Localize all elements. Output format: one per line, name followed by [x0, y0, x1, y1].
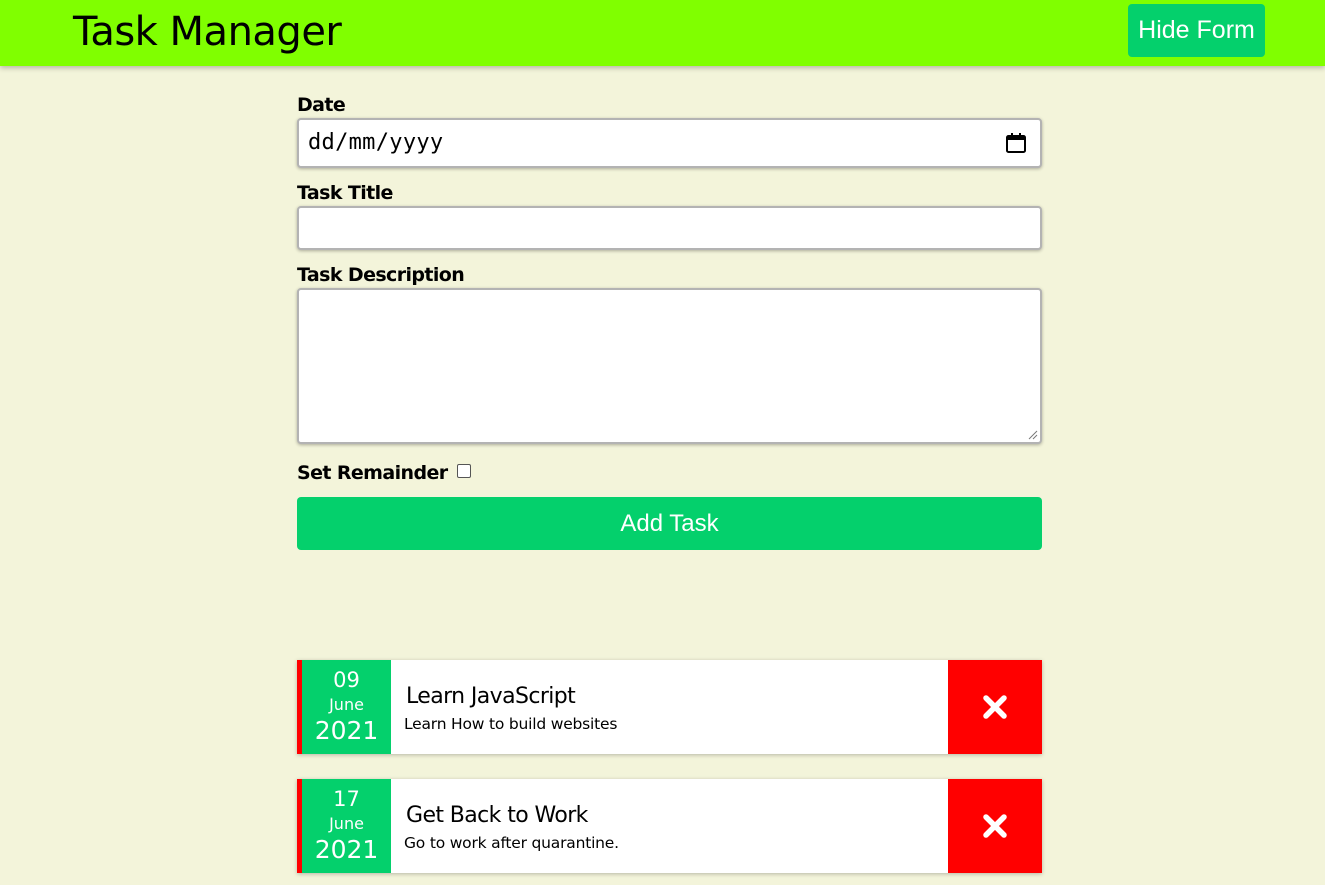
- close-icon: [983, 695, 1007, 719]
- task-description: Learn How to build websites: [404, 715, 618, 733]
- task-title: Get Back to Work: [406, 803, 588, 828]
- delete-task-button[interactable]: [948, 660, 1042, 754]
- task-item[interactable]: 09 June 2021 Learn JavaScript Learn How …: [297, 660, 1042, 754]
- task-item[interactable]: 17 June 2021 Get Back to Work Go to work…: [297, 779, 1042, 873]
- task-title-input[interactable]: [297, 206, 1042, 250]
- task-title-label: Task Title: [297, 182, 393, 204]
- close-icon: [983, 814, 1007, 838]
- hide-form-button[interactable]: Hide Form: [1128, 4, 1265, 57]
- calendar-icon[interactable]: [1004, 131, 1028, 155]
- app-header: Task Manager Hide Form: [0, 0, 1325, 66]
- reminder-checkbox[interactable]: [456, 464, 471, 478]
- task-date-badge: 09 June 2021: [302, 660, 391, 754]
- date-placeholder: dd/mm/yyyy: [308, 130, 444, 155]
- date-input[interactable]: dd/mm/yyyy: [297, 118, 1042, 168]
- task-description-label: Task Description: [297, 264, 465, 286]
- task-title: Learn JavaScript: [406, 684, 576, 709]
- task-month: June: [329, 695, 364, 714]
- add-task-form: Date dd/mm/yyyy Task Title Task Descript…: [297, 94, 1042, 550]
- add-task-button[interactable]: Add Task: [297, 497, 1042, 550]
- task-year: 2021: [314, 835, 379, 864]
- reminder-label: Set Remainder: [297, 462, 448, 484]
- task-date-badge: 17 June 2021: [302, 779, 391, 873]
- page-title: Task Manager: [73, 9, 342, 55]
- task-description-textarea[interactable]: [297, 288, 1042, 444]
- task-description: Go to work after quarantine.: [404, 834, 619, 852]
- delete-task-button[interactable]: [948, 779, 1042, 873]
- task-year: 2021: [314, 716, 379, 745]
- task-month: June: [329, 814, 364, 833]
- task-day: 17: [333, 787, 360, 811]
- reminder-row: Set Remainder: [297, 462, 1042, 484]
- task-day: 09: [333, 668, 360, 692]
- resize-handle-icon[interactable]: [1028, 430, 1038, 440]
- date-label: Date: [297, 94, 346, 116]
